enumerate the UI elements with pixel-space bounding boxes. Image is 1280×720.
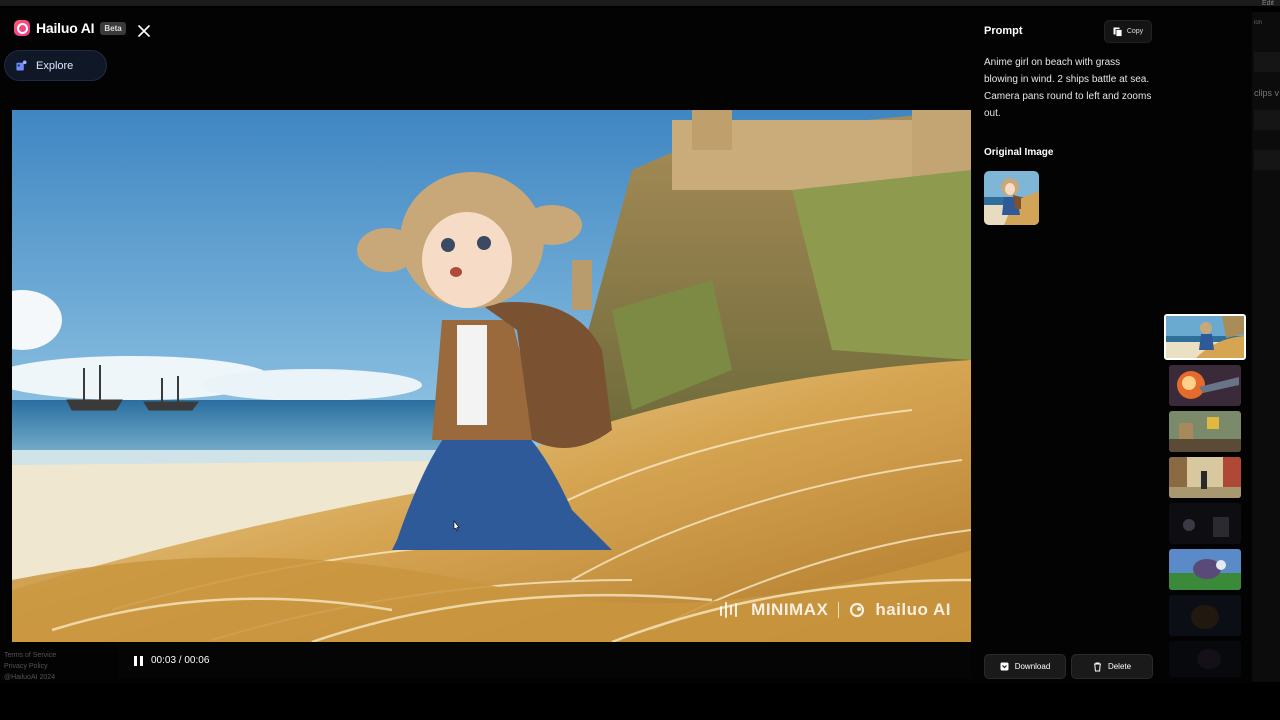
video-frame-illustration (12, 110, 971, 642)
download-label: Download (1014, 662, 1051, 671)
copy-button[interactable]: Copy (1104, 20, 1152, 43)
watermark-hailuo: hailuo AI (875, 600, 951, 619)
pause-icon[interactable] (134, 655, 143, 666)
video-player[interactable]: MINIMAX hailuo AI (12, 110, 971, 642)
background-top-bar (0, 0, 1280, 6)
thumb-spaceship-explosion[interactable] (1169, 365, 1241, 406)
download-icon (1000, 662, 1009, 671)
time-display: 00:03 / 00:06 (151, 655, 210, 666)
prompt-heading: Prompt (984, 25, 1023, 37)
explore-icon (16, 60, 27, 71)
delete-button[interactable]: Delete (1071, 654, 1153, 679)
explore-label: Explore (36, 59, 74, 72)
delete-label: Delete (1107, 662, 1132, 671)
video-controls: 00:03 / 00:06 (118, 643, 971, 678)
beta-badge: Beta (100, 21, 126, 35)
brand-name: Hailuo AI (36, 20, 95, 36)
prompt-text: Anime girl on beach with grass blowing i… (984, 57, 1152, 119)
thumb-cartoon-room[interactable] (1169, 411, 1241, 452)
watermark-minimax: MINIMAX (751, 600, 829, 619)
background-edit-label: Edit (1261, 0, 1274, 7)
original-image-thumbnail[interactable] (984, 171, 1039, 225)
background-side-label: ion (1254, 20, 1263, 26)
mouse-cursor-icon (453, 520, 460, 532)
close-icon (138, 25, 150, 37)
original-image-heading: Original Image (984, 147, 1054, 158)
video-watermark: MINIMAX hailuo AI (719, 600, 951, 620)
thumb-street-walker[interactable] (1169, 457, 1241, 498)
background-side-bar (1254, 52, 1280, 72)
watermark-separator (838, 602, 840, 618)
background-side-bar (1254, 110, 1280, 130)
thumb-dark-scene-2[interactable] (1169, 641, 1241, 677)
thumb-dark-scene-1[interactable] (1169, 595, 1241, 636)
thumb-creature-grass[interactable] (1169, 549, 1241, 590)
background-side-bar (1254, 150, 1280, 170)
close-button[interactable] (135, 22, 153, 40)
terms-link[interactable]: Terms of Service (4, 650, 56, 661)
download-button[interactable]: Download (984, 654, 1066, 679)
copy-label: Copy (1126, 28, 1144, 35)
thumb-dark-studio[interactable] (1169, 503, 1241, 544)
hailuo-watermark-icon (850, 602, 865, 618)
hailuo-logo-icon (14, 20, 30, 36)
copyright-text: @HailuoAI 2024 (4, 674, 56, 681)
footer-links: Terms of Service Privacy Policy @HailuoA… (4, 650, 56, 683)
copy-icon (1113, 27, 1123, 37)
trash-icon (1093, 662, 1101, 671)
background-side-text: clips v (1254, 88, 1280, 98)
explore-button[interactable]: Explore (4, 50, 107, 81)
privacy-link[interactable]: Privacy Policy (4, 661, 56, 672)
thumb-anime-girl-beach[interactable] (1164, 314, 1246, 360)
minimax-logo-icon (720, 602, 738, 618)
brand[interactable]: Hailuo AI Beta (14, 20, 126, 36)
